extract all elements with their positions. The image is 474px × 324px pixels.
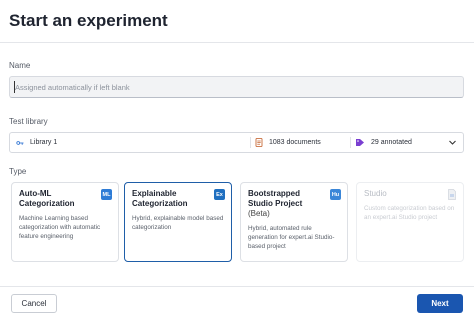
test-library-label: Test library bbox=[9, 117, 48, 126]
ex-badge-icon: Ex bbox=[214, 189, 225, 200]
test-library-select[interactable]: Library 1 1083 documents 29 annotated bbox=[9, 132, 464, 153]
card-title: Bootstrapped Studio Project (Beta) bbox=[248, 189, 326, 219]
library-name: Library 1 bbox=[30, 139, 58, 146]
tag-icon bbox=[356, 139, 364, 146]
segment-divider bbox=[350, 137, 351, 148]
chevron-down-icon[interactable] bbox=[448, 138, 457, 147]
footer-divider bbox=[0, 286, 474, 287]
type-card-studio: Studio Custom categorization based on an… bbox=[356, 182, 464, 262]
type-card-auto-ml[interactable]: Auto-ML Categorization ML Machine Learni… bbox=[11, 182, 119, 262]
library-name-segment: Library 1 bbox=[16, 133, 57, 152]
hu-badge-icon: Hu bbox=[330, 189, 341, 200]
card-title: Auto-ML Categorization bbox=[19, 189, 75, 208]
card-title-text: Bootstrapped Studio Project bbox=[248, 189, 303, 208]
card-description: Custom categorization based on an expert… bbox=[364, 205, 455, 221]
documents-count: 1083 documents bbox=[269, 139, 321, 146]
annotated-count: 29 annotated bbox=[371, 139, 412, 146]
type-card-bootstrapped[interactable]: Bootstrapped Studio Project (Beta) Hu Hy… bbox=[240, 182, 348, 262]
header-divider bbox=[0, 42, 474, 43]
document-icon bbox=[255, 138, 263, 147]
dialog-title: Start an experiment bbox=[9, 11, 168, 30]
beta-tag: (Beta) bbox=[248, 209, 270, 218]
card-description: Hybrid, explainable model based categori… bbox=[132, 215, 224, 231]
studio-file-icon bbox=[448, 189, 456, 200]
ml-badge-icon: ML bbox=[101, 189, 112, 200]
text-cursor bbox=[14, 81, 15, 93]
library-icon bbox=[16, 140, 24, 145]
card-title: Studio bbox=[364, 189, 387, 198]
card-title: Explainable Categorization bbox=[132, 189, 188, 208]
type-card-explainable[interactable]: Explainable Categorization Ex Hybrid, ex… bbox=[124, 182, 232, 262]
next-button[interactable]: Next bbox=[417, 294, 463, 313]
name-label: Name bbox=[9, 61, 31, 70]
name-input[interactable] bbox=[9, 76, 464, 98]
card-description: Machine Learning based categorization wi… bbox=[19, 215, 101, 240]
type-label: Type bbox=[9, 167, 27, 176]
card-description: Hybrid, automated rule generation for ex… bbox=[248, 225, 335, 250]
annotated-count-segment: 29 annotated bbox=[355, 133, 412, 152]
cancel-button[interactable]: Cancel bbox=[11, 294, 57, 313]
segment-divider bbox=[250, 137, 251, 148]
documents-count-segment: 1083 documents bbox=[255, 133, 321, 152]
